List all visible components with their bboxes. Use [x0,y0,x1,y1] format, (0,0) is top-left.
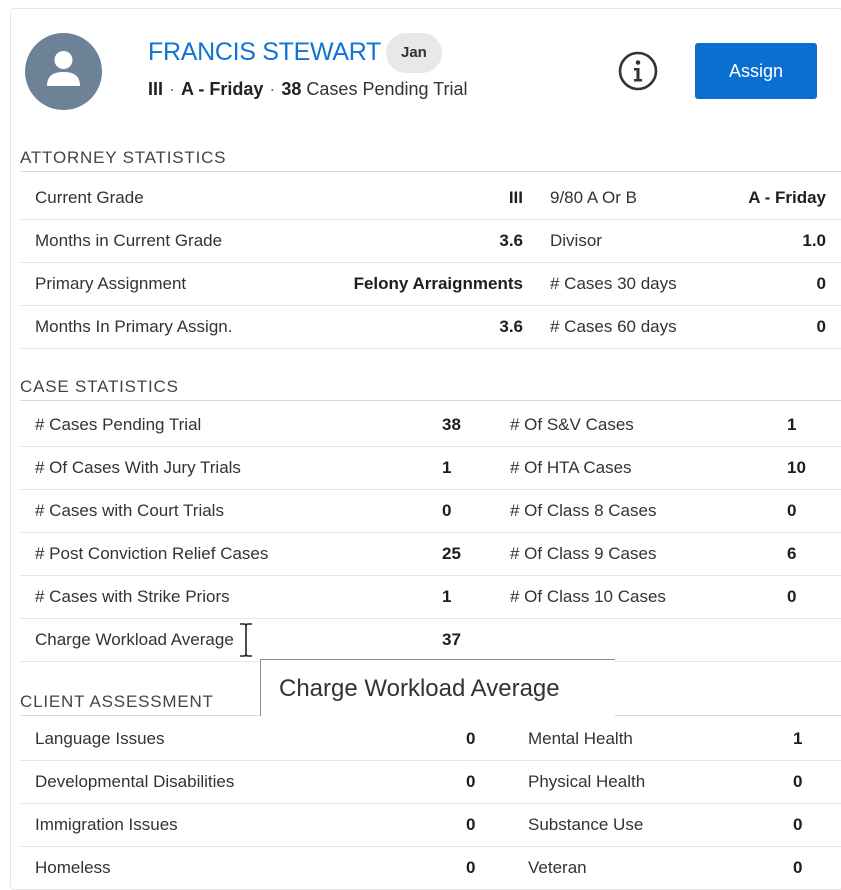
table-row: Immigration Issues 0 Substance Use 0 [20,803,841,847]
stat-value: 38 [442,415,461,434]
stat-label: # Of Class 9 Cases [510,544,657,563]
stat-label: # Cases with Strike Priors [35,587,230,606]
stat-value: 0 [442,501,452,520]
stat-label: # Cases Pending Trial [35,415,202,434]
stat-value: 3.6 [499,231,523,250]
stat-value: 25 [442,544,461,563]
table-row: # Post Conviction Relief Cases 25 # Of C… [20,532,841,576]
table-row: Charge Workload Average 37 [20,618,841,662]
stat-label: # Of HTA Cases [510,458,632,477]
stat-value: 0 [816,274,826,293]
stat-label: Language Issues [35,729,165,748]
stat-label: Homeless [35,858,111,877]
stat-value: 0 [466,815,476,834]
section-divider [20,171,841,172]
summary-schedule: A - Friday [181,79,264,99]
stat-label: # Of Cases With Jury Trials [35,458,241,477]
stat-label: # Of Class 10 Cases [510,587,666,606]
stat-label: Current Grade [35,188,144,207]
stat-value: 6 [787,544,797,563]
section-title-attorney-statistics: ATTORNEY STATISTICS [20,148,227,167]
summary-grade: III [148,79,164,99]
stat-label: Charge Workload Average [35,630,234,649]
stat-value: 0 [816,317,826,336]
summary-pending-count: 38 [281,79,302,99]
stat-value: 0 [793,858,803,877]
stat-value: 3.6 [499,317,523,336]
table-row: # Cases Pending Trial 38 # Of S&V Cases … [20,403,841,447]
table-row: Language Issues 0 Mental Health 1 [20,717,841,761]
stat-value: 1 [793,729,803,748]
stat-value: 1 [442,458,452,477]
stat-value: 1.0 [802,231,826,250]
stat-value: 0 [787,587,797,606]
stat-label: # Cases 30 days [550,274,677,293]
table-row: # Cases with Court Trials 0 # Of Class 8… [20,489,841,533]
attorney-name[interactable]: FRANCIS STEWART [148,38,381,67]
stat-value: 0 [466,729,476,748]
stat-value: Felony Arraignments [353,274,523,293]
stat-label: # Cases 60 days [550,317,677,336]
table-row: Months In Primary Assign. 3.6 # Cases 60… [20,305,841,349]
summary-pending-label: Cases Pending Trial [306,79,468,99]
stat-value: 1 [787,415,797,434]
assign-button[interactable]: Assign [695,43,817,99]
stat-value: 0 [466,772,476,791]
table-row: Current Grade III 9/80 A Or B A - Friday [20,176,841,220]
table-row: # Cases with Strike Priors 1 # Of Class … [20,575,841,619]
table-row: Months in Current Grade 3.6 Divisor 1.0 [20,219,841,263]
stat-value: 10 [787,458,806,477]
text-cursor-icon [240,623,252,657]
stat-label: Divisor [550,231,602,250]
stat-value: 0 [466,858,476,877]
stat-label: # Cases with Court Trials [35,501,224,520]
stat-value: 0 [793,815,803,834]
stat-value: A - Friday [748,188,826,207]
stat-label: # Of S&V Cases [510,415,634,434]
stat-label: Substance Use [528,815,644,834]
stat-value: 37 [442,630,461,649]
stat-label: # Post Conviction Relief Cases [35,544,269,563]
stat-label: Veteran [528,858,587,877]
section-title-case-statistics: CASE STATISTICS [20,377,179,396]
month-tag: Jan [386,33,442,73]
info-icon[interactable] [617,50,659,92]
user-avatar-icon [25,33,102,110]
attorney-summary: III · A - Friday · 38 Cases Pending Trial [148,79,468,100]
stat-label: 9/80 A Or B [550,188,637,207]
table-row: # Of Cases With Jury Trials 1 # Of HTA C… [20,446,841,490]
stat-label: Immigration Issues [35,815,178,834]
stat-label: Months in Current Grade [35,231,223,250]
stat-label: Months In Primary Assign. [35,317,233,336]
stat-value: III [508,188,523,207]
stat-label: # Of Class 8 Cases [510,501,657,520]
separator-dot: · [169,79,176,99]
stat-value: 1 [442,587,452,606]
stat-label: Physical Health [528,772,646,791]
stat-value: 0 [793,772,803,791]
stat-label: Primary Assignment [35,274,187,293]
tooltip: Charge Workload Average [260,659,615,716]
separator-dot: · [269,79,276,99]
table-row: Developmental Disabilities 0 Physical He… [20,760,841,804]
stat-label: Developmental Disabilities [35,772,235,791]
section-divider [20,400,841,401]
table-row: Primary Assignment Felony Arraignments #… [20,262,841,306]
stat-value: 0 [787,501,797,520]
table-row: Homeless 0 Veteran 0 [20,846,841,889]
stat-label: Mental Health [528,729,633,748]
section-title-client-assessment: CLIENT ASSESSMENT [20,692,214,711]
